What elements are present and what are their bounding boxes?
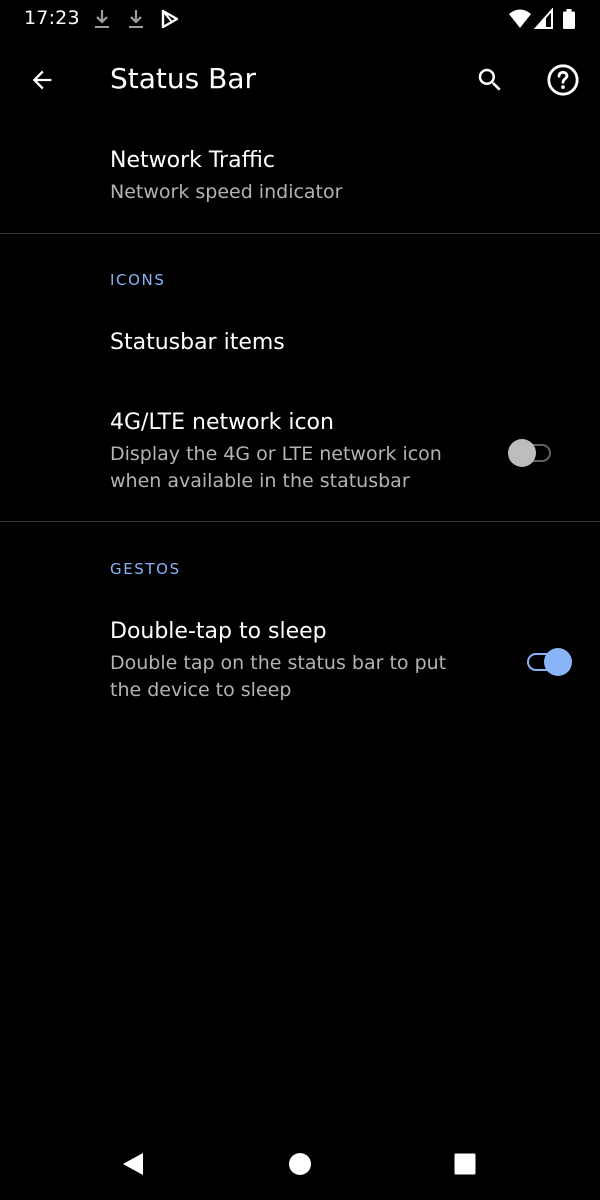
- lte-icon-switch[interactable]: [508, 436, 558, 470]
- preference-title: Network Traffic: [110, 148, 275, 173]
- switch-thumb: [544, 648, 572, 676]
- play-store-icon: [160, 8, 180, 30]
- category-icons-header: ICONS: [110, 271, 166, 289]
- double-tap-sleep-switch[interactable]: [522, 645, 572, 679]
- preference-summary: Double tap on the status bar to put the …: [110, 652, 447, 701]
- nav-back-icon[interactable]: [111, 1142, 155, 1186]
- signal-icon: [533, 7, 554, 30]
- battery-icon: [562, 8, 576, 30]
- download-icon: [92, 8, 112, 30]
- system-navigation-bar: [0, 1128, 600, 1200]
- lte-icon-preference[interactable]: 4G/LTE network icon Display the 4G or LT…: [0, 390, 600, 520]
- statusbar-items-preference[interactable]: Statusbar items: [0, 310, 600, 380]
- preference-title: Statusbar items: [110, 330, 285, 355]
- clock-time: 17:23: [24, 7, 80, 29]
- help-icon[interactable]: [543, 60, 583, 100]
- preference-summary: Display the 4G or LTE network icon when …: [110, 443, 442, 492]
- page-title: Status Bar: [110, 62, 257, 95]
- divider: [0, 521, 600, 522]
- preference-title: 4G/LTE network icon: [110, 410, 334, 435]
- double-tap-sleep-preference[interactable]: Double-tap to sleep Double tap on the st…: [0, 600, 600, 720]
- network-traffic-preference[interactable]: Network Traffic Network speed indicator: [0, 130, 600, 232]
- switch-thumb: [508, 439, 536, 467]
- preference-title: Double-tap to sleep: [110, 619, 327, 644]
- app-bar: Status Bar: [0, 38, 600, 122]
- preference-summary: Network speed indicator: [110, 181, 343, 203]
- divider: [0, 233, 600, 234]
- system-status-bar: 17:23: [0, 0, 600, 38]
- nav-recents-icon[interactable]: [443, 1142, 487, 1186]
- nav-home-icon[interactable]: [278, 1142, 322, 1186]
- arrow-back-icon[interactable]: [22, 60, 62, 100]
- search-icon[interactable]: [470, 60, 510, 100]
- download-icon: [126, 8, 146, 30]
- wifi-icon: [508, 8, 532, 30]
- category-gestures-header: GESTOS: [110, 560, 181, 578]
